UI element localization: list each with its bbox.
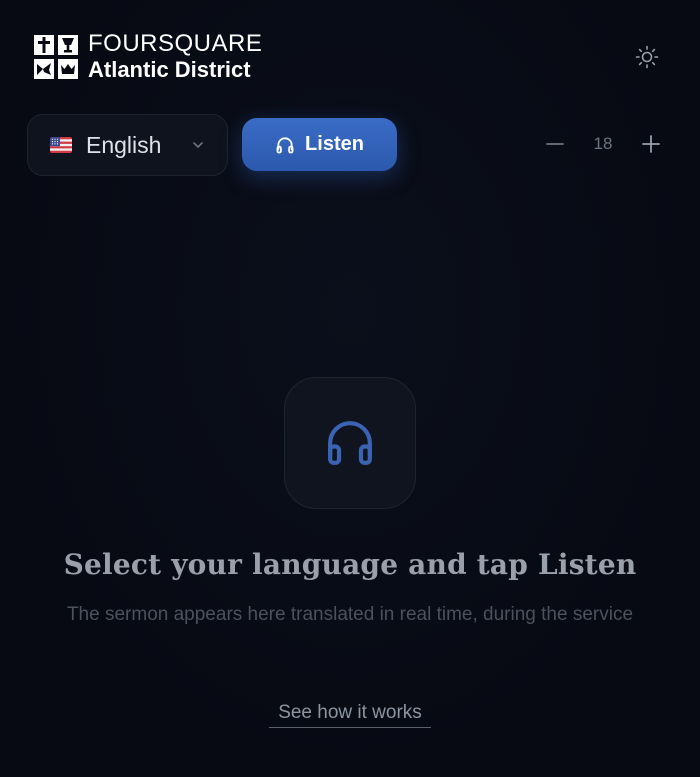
minus-icon: [546, 143, 564, 145]
increase-font-button[interactable]: [640, 133, 662, 155]
see-how-it-works-link[interactable]: See how it works: [269, 702, 431, 728]
foursquare-logo-mark: [34, 34, 78, 79]
font-size-value: 18: [593, 134, 613, 153]
brand-logo[interactable]: FOURSQUARE Atlantic District: [34, 32, 262, 81]
crown-icon: [58, 58, 78, 79]
brand-line-1: FOURSQUARE: [88, 30, 263, 57]
chalice-icon: [58, 34, 78, 55]
empty-state-title: Select your language and tap Listen: [63, 548, 637, 581]
headphones-icon: [328, 421, 372, 465]
app-page: FOURSQUARE Atlantic District English Lis…: [0, 0, 700, 777]
dove-icon: [34, 58, 54, 79]
us-flag-icon: [50, 137, 72, 153]
brand-line-2: Atlantic District: [88, 57, 251, 82]
empty-state-icon-box: [284, 377, 416, 509]
chevron-down-icon: [193, 142, 203, 148]
listen-button[interactable]: Listen: [242, 118, 397, 171]
listen-label: Listen: [305, 133, 364, 155]
language-label: English: [86, 131, 162, 158]
empty-state-subtitle: The sermon appears here translated in re…: [66, 604, 634, 625]
theme-toggle-button[interactable]: [632, 42, 662, 72]
brand-wordmark: FOURSQUARE Atlantic District: [88, 32, 262, 81]
language-select[interactable]: English: [27, 114, 228, 176]
sun-icon: [635, 45, 659, 69]
decrease-font-button[interactable]: [544, 132, 566, 156]
plus-icon: [642, 135, 660, 153]
headphones-icon: [276, 136, 294, 153]
cross-icon: [34, 34, 54, 55]
